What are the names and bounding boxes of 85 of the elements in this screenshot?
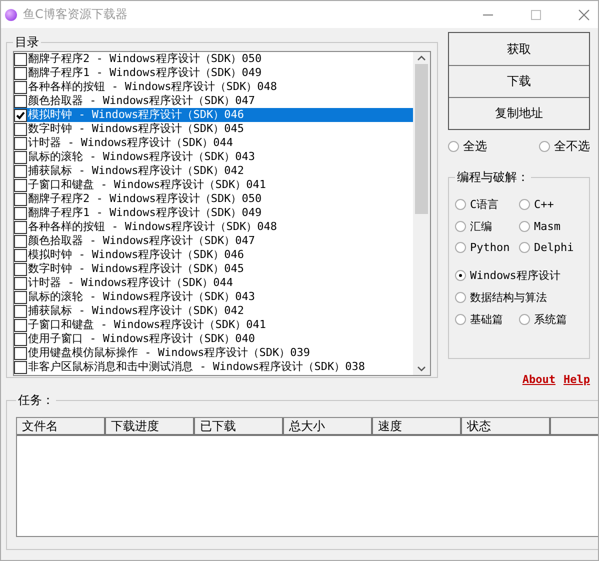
column-header[interactable]: 速度 (373, 418, 462, 434)
list-item[interactable]: 各种各样的按钮 - Windows程序设计（SDK）048 (14, 80, 413, 94)
checkbox[interactable] (14, 136, 27, 150)
checkbox[interactable] (14, 290, 27, 304)
radio-option[interactable]: 全选 (448, 138, 487, 155)
checkbox[interactable] (14, 304, 27, 318)
list-item[interactable]: 计时器 - Windows程序设计（SDK）044 (14, 276, 413, 290)
radio-button[interactable] (519, 199, 530, 210)
radio-option[interactable]: C++ (519, 197, 583, 212)
checkbox[interactable] (14, 122, 27, 136)
checkbox[interactable] (14, 220, 27, 234)
checkbox[interactable] (14, 150, 27, 164)
list-item[interactable]: 颜色拾取器 - Windows程序设计（SDK）047 (14, 234, 413, 248)
list-item[interactable]: 翻牌子程序2 - Windows程序设计（SDK）050 (14, 192, 413, 206)
list-item[interactable]: 计时器 - Windows程序设计（SDK）044 (14, 136, 413, 150)
list-item[interactable]: 使用子窗口 - Windows程序设计（SDK）040 (14, 332, 413, 346)
checkbox[interactable] (14, 234, 27, 248)
radio-option[interactable]: Python (455, 241, 519, 254)
radio-button[interactable] (448, 141, 459, 152)
column-header[interactable]: 状态 (462, 418, 551, 434)
checkbox[interactable] (14, 164, 27, 178)
checkbox[interactable] (14, 206, 27, 220)
radio-option[interactable]: 系统篇 (519, 312, 583, 327)
app-icon (5, 8, 17, 20)
radio-button[interactable] (455, 292, 466, 303)
checkbox[interactable] (14, 318, 27, 332)
list-item[interactable]: 使用键盘模仿鼠标操作 - Windows程序设计（SDK）039 (14, 346, 413, 360)
list-item[interactable]: 子窗口和键盘 - Windows程序设计（SDK）041 (14, 178, 413, 192)
list-item[interactable]: 非客户区鼠标消息和击中测试消息 - Windows程序设计（SDK）038 (14, 360, 413, 374)
list-item[interactable]: 颜色拾取器 - Windows程序设计（SDK）047 (14, 94, 413, 108)
radio-option[interactable]: 基础篇 (455, 312, 519, 327)
checkbox[interactable] (14, 248, 27, 262)
list-item[interactable]: 模拟时钟 - Windows程序设计（SDK）046 (14, 108, 413, 122)
checkbox[interactable] (14, 346, 27, 360)
list-item[interactable]: 模拟时钟 - Windows程序设计（SDK）046 (14, 248, 413, 262)
radio-option[interactable]: 数据结构与算法 (455, 290, 547, 305)
list-item[interactable]: 捕获鼠标 - Windows程序设计（SDK）042 (14, 164, 413, 178)
window-title: 鱼C博客资源下载器 (23, 6, 128, 23)
radio-button[interactable] (455, 242, 466, 253)
list-item[interactable]: 翻牌子程序1 - Windows程序设计（SDK）049 (14, 66, 413, 80)
radio-option[interactable]: 全不选 (539, 138, 590, 155)
checkbox[interactable] (14, 332, 27, 346)
radio-button[interactable] (455, 270, 466, 281)
list-item[interactable]: 鼠标的滚轮 - Windows程序设计（SDK）043 (14, 290, 413, 304)
group-label: 编程与破解： (456, 169, 530, 186)
radio-option[interactable]: 汇编 (455, 219, 519, 234)
radio-option[interactable]: C语言 (455, 197, 519, 212)
list-item[interactable]: 鼠标的滚轮 - Windows程序设计（SDK）043 (14, 150, 413, 164)
radio-button[interactable] (519, 242, 530, 253)
list-item[interactable]: 子窗口和键盘 - Windows程序设计（SDK）041 (14, 318, 413, 332)
checkbox[interactable] (14, 262, 27, 276)
group-label: 目录 (14, 34, 40, 51)
checkbox[interactable] (14, 276, 27, 290)
list-item[interactable]: 翻牌子程序1 - Windows程序设计（SDK）049 (14, 206, 413, 220)
radio-button[interactable] (519, 221, 530, 232)
radio-button[interactable] (519, 314, 530, 325)
checkbox[interactable] (14, 108, 27, 122)
column-header[interactable]: 已下载 (195, 418, 284, 434)
checkbox[interactable] (14, 178, 27, 192)
checkbox[interactable] (14, 80, 27, 94)
list-item[interactable]: 翻牌子程序2 - Windows程序设计（SDK）050 (14, 52, 413, 66)
checkbox[interactable] (14, 52, 27, 66)
checkbox[interactable] (14, 66, 27, 80)
radio-option[interactable]: Windows程序设计 (455, 268, 560, 283)
column-header[interactable]: 总大小 (284, 418, 373, 434)
checkbox[interactable] (14, 192, 27, 206)
scrollbar[interactable] (413, 52, 430, 375)
group-label: 任务： (17, 392, 55, 409)
radio-option[interactable]: Delphi (519, 241, 583, 254)
close-icon[interactable] (578, 8, 590, 20)
column-header[interactable]: 下载进度 (106, 418, 195, 434)
checkbox[interactable] (14, 360, 27, 374)
link[interactable]: About (522, 373, 556, 386)
radio-button[interactable] (455, 314, 466, 325)
list-item[interactable]: 各种各样的按钮 - Windows程序设计（SDK）048 (14, 220, 413, 234)
column-header[interactable]: 文件名 (17, 418, 106, 434)
radio-button[interactable] (455, 221, 466, 232)
checkbox[interactable] (14, 94, 27, 108)
radio-button[interactable] (455, 199, 466, 210)
list-item[interactable]: 数字时钟 - Windows程序设计（SDK）045 (14, 262, 413, 276)
list-item[interactable]: 数字时钟 - Windows程序设计（SDK）045 (14, 122, 413, 136)
list-item[interactable]: 捕获鼠标 - Windows程序设计（SDK）042 (14, 304, 413, 318)
radio-option[interactable]: Masm (519, 219, 583, 234)
link[interactable]: Help (564, 373, 590, 386)
radio-button[interactable] (539, 141, 550, 152)
